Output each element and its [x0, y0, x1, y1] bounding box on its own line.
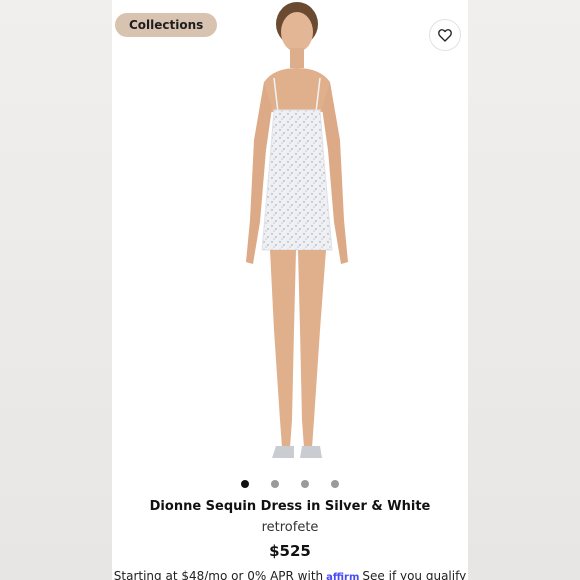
carousel-dot-1[interactable]: [241, 480, 249, 488]
product-image[interactable]: [222, 0, 362, 470]
background-right-panel: [468, 0, 580, 580]
affirm-logo: affirm: [326, 572, 360, 580]
heart-outline-icon: [438, 29, 452, 42]
product-price: $525: [269, 542, 311, 560]
carousel-dot-3[interactable]: [301, 480, 309, 488]
favorite-button[interactable]: [429, 19, 461, 51]
image-carousel-indicator: [112, 480, 468, 490]
product-card: Collections Dionne Sequin Dress in Silve…: [112, 0, 468, 580]
background-left-panel: [0, 0, 112, 580]
financing-text: Starting at $48/mo or 0% APR with: [113, 569, 324, 580]
see-if-you-qualify-link[interactable]: See if you qualify: [362, 569, 466, 580]
product-title: Dionne Sequin Dress in Silver & White: [149, 499, 431, 514]
carousel-dot-2[interactable]: [271, 480, 279, 488]
carousel-dot-4[interactable]: [331, 480, 339, 488]
product-brand[interactable]: retrofete: [112, 520, 468, 535]
financing-message: Starting at $48/mo or 0% APR with affirm S…: [112, 569, 468, 580]
collections-button[interactable]: Collections: [115, 13, 218, 37]
